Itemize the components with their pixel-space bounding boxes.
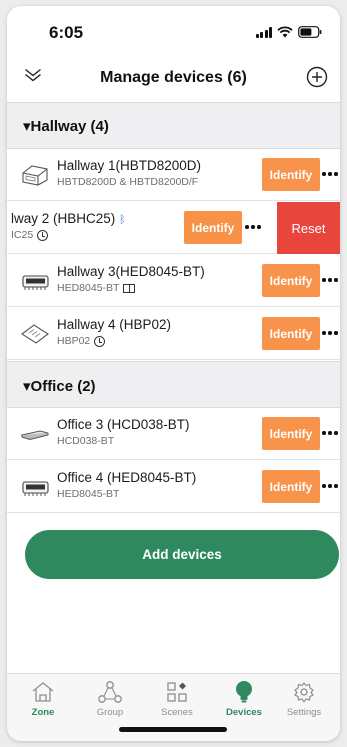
tab-label: Devices <box>226 707 262 718</box>
bulb-icon <box>236 681 252 703</box>
device-model-text: HBP02 <box>57 335 91 347</box>
device-model: HCD038-BT <box>57 435 114 447</box>
identify-button[interactable]: Identify <box>262 417 320 450</box>
navigation-bar: Manage devices (6) <box>7 56 340 102</box>
tab-scenes[interactable]: Scenes <box>144 680 210 718</box>
wifi-icon <box>277 26 293 38</box>
signal-icon <box>255 26 272 38</box>
more-options-icon[interactable] <box>320 271 340 289</box>
device-model-text: HCD038-BT <box>57 435 115 447</box>
plug-device-icon <box>20 322 50 346</box>
identify-button[interactable]: Identify <box>262 158 320 191</box>
device-model-text: HED8045-BT <box>57 282 120 294</box>
device-name: Hallway 3(HED8045-BT) <box>57 264 205 279</box>
identify-button[interactable]: Identify <box>262 317 320 350</box>
device-name-text: lway 2 (HBHC25) <box>11 211 116 226</box>
clock-icon <box>94 335 106 347</box>
clock-icon <box>37 229 49 241</box>
device-row-office-4[interactable]: Office 4 (HED8045-BT) HED8045-BT Identif… <box>7 461 340 513</box>
section-header-office[interactable]: ▾Office (2) <box>7 361 340 408</box>
identify-button[interactable]: Identify <box>184 211 242 244</box>
more-options-icon[interactable] <box>320 477 340 495</box>
device-row-hallway-2[interactable]: lway 2 (HBHC25) ᛒ IC25 Identify Reset <box>7 202 340 254</box>
reset-button[interactable]: Reset <box>277 202 340 254</box>
group-icon <box>98 681 122 703</box>
battery-icon <box>298 26 322 38</box>
more-options-icon[interactable] <box>320 324 340 342</box>
tab-zone[interactable]: Zone <box>10 680 76 718</box>
status-bar: 6:05 <box>7 6 340 56</box>
tab-devices[interactable]: Devices <box>211 680 277 718</box>
gear-icon <box>294 682 314 703</box>
receiver-device-icon <box>20 269 50 293</box>
more-options-icon[interactable] <box>320 424 340 442</box>
identify-button[interactable]: Identify <box>262 470 320 503</box>
sensor-device-icon <box>20 422 50 446</box>
more-options-icon[interactable] <box>320 165 340 183</box>
device-model: HED8045-BT <box>57 488 119 500</box>
tab-label: Group <box>96 707 124 718</box>
status-icons <box>255 26 323 38</box>
home-indicator[interactable] <box>119 727 227 732</box>
plus-circle-icon[interactable] <box>306 66 328 93</box>
device-name: Office 3 (HCD038-BT) <box>57 417 190 432</box>
device-name: Hallway 4 (HBP02) <box>57 317 172 332</box>
tab-settings[interactable]: Settings <box>271 680 337 718</box>
section-header-hallway[interactable]: ▾Hallway (4) <box>7 102 340 149</box>
device-name: lway 2 (HBHC25) ᛒ <box>11 211 126 226</box>
add-devices-button[interactable]: Add devices <box>25 530 339 579</box>
status-time: 6:05 <box>49 23 84 42</box>
device-model-text: IC25 <box>11 229 34 241</box>
page-title: Manage devices (6) <box>100 69 247 86</box>
tab-label: Scenes <box>161 707 193 718</box>
device-model-text: HED8045-BT <box>57 488 120 500</box>
device-model: HBTD8200D & HBTD8200D/F <box>57 176 198 188</box>
phone-screen: 6:05 Manage devices (6) ▾Hallway (4) Hal… <box>7 6 340 741</box>
section-title: ▾Hallway (4) <box>23 118 109 135</box>
device-row-hallway-4[interactable]: Hallway 4 (HBP02) HBP02 Identify <box>7 308 340 360</box>
home-icon <box>32 682 54 702</box>
device-name: Hallway 1(HBTD8200D) <box>57 158 202 173</box>
device-model: HBP02 <box>57 335 106 347</box>
device-row-hallway-1[interactable]: Hallway 1(HBTD8200D) HBTD8200D & HBTD820… <box>7 149 340 201</box>
device-name: Office 4 (HED8045-BT) <box>57 470 197 485</box>
device-row-office-3[interactable]: Office 3 (HCD038-BT) HCD038-BT Identify <box>7 408 340 460</box>
tab-group[interactable]: Group <box>77 680 143 718</box>
thermostat-device-icon <box>20 163 50 187</box>
identify-button[interactable]: Identify <box>262 264 320 297</box>
device-model-text: HBTD8200D & HBTD8200D/F <box>57 176 199 188</box>
book-icon <box>123 283 136 293</box>
device-row-hallway-3[interactable]: Hallway 3(HED8045-BT) HED8045-BT Identif… <box>7 255 340 307</box>
device-model: IC25 <box>11 229 49 241</box>
scenes-icon <box>167 682 187 702</box>
more-options-icon[interactable] <box>243 218 263 236</box>
bluetooth-icon: ᛒ <box>119 214 126 226</box>
tab-label: Settings <box>286 707 322 718</box>
tab-label: Zone <box>31 707 55 718</box>
receiver-device-icon <box>20 475 50 499</box>
section-title: ▾Office (2) <box>23 378 96 395</box>
device-model: HED8045-BT <box>57 282 136 294</box>
